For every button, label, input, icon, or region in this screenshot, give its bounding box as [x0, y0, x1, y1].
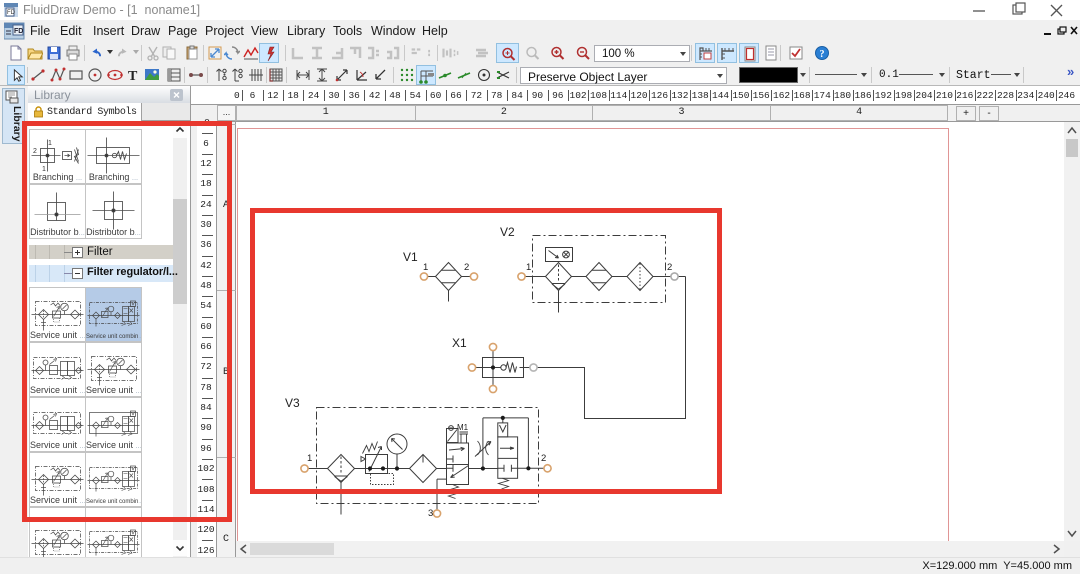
svg-text:T: T [128, 69, 138, 83]
svg-text:FD: FD [14, 28, 23, 35]
svg-text:FD: FD [7, 10, 16, 16]
svg-text:?: ? [820, 49, 825, 60]
